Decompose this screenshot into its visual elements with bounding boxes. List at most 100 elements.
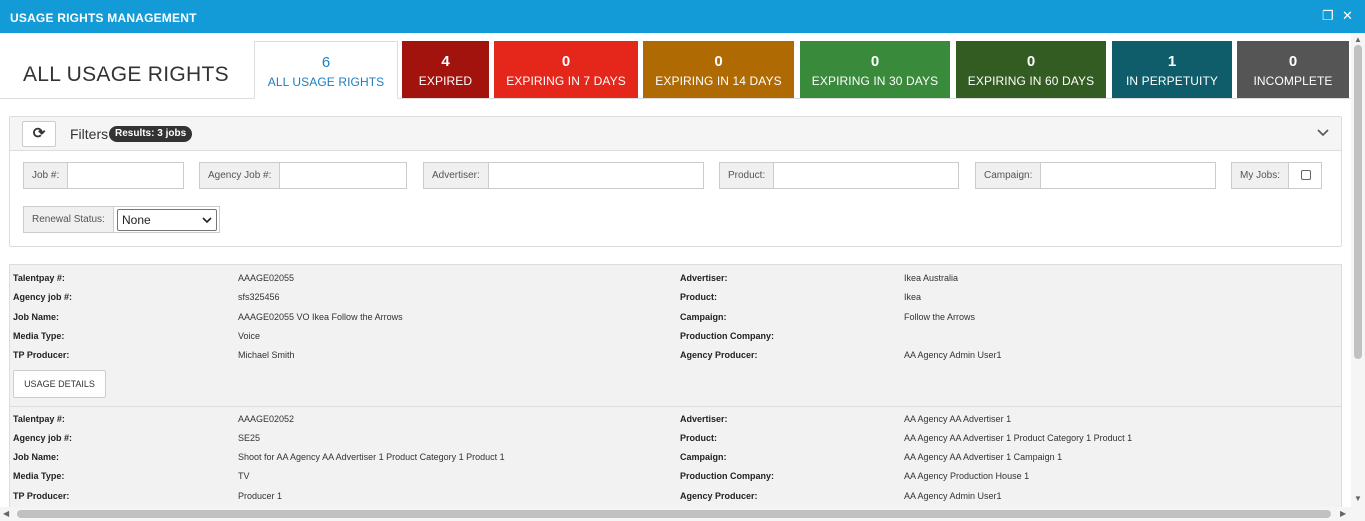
job-name-value: AAAGE02055 VO Ikea Follow the Arrows [238, 312, 403, 322]
media-type-label: Media Type: [13, 331, 65, 341]
tab-in-perpetuity[interactable]: 1 IN PERPETUITY [1112, 41, 1232, 98]
tab-all-usage-rights[interactable]: 6 ALL USAGE RIGHTS [254, 41, 398, 99]
tab-expiring-7-days[interactable]: 0 EXPIRING IN 7 DAYS [494, 41, 638, 98]
filters-panel: ⟳ Filters Results: 3 jobs Job #: Agency … [9, 116, 1342, 247]
scroll-up-icon[interactable]: ▲ [1354, 35, 1362, 44]
agency-job-number-label: Agency Job #: [200, 163, 281, 188]
header-row: ALL USAGE RIGHTS 6 ALL USAGE RIGHTS 4 EX… [0, 33, 1351, 99]
window-titlebar: USAGE RIGHTS MANAGEMENT ❐ ✕ [0, 0, 1365, 33]
agency-job-label: Agency job #: [13, 292, 73, 302]
advertiser-filter: Advertiser: [423, 162, 704, 189]
tab-count: 4 [441, 53, 450, 70]
chevron-down-icon [202, 217, 212, 224]
advertiser-input[interactable] [490, 163, 703, 188]
job-number-filter: Job #: [23, 162, 184, 189]
scroll-right-icon[interactable]: ▶ [1340, 509, 1346, 518]
campaign-value: Follow the Arrows [904, 312, 976, 322]
horizontal-scroll-thumb[interactable] [17, 510, 1331, 518]
product-label: Product: [680, 292, 717, 302]
tab-expiring-30-days[interactable]: 0 EXPIRING IN 30 DAYS [800, 41, 950, 98]
vertical-scrollbar[interactable]: ▲ ▼ [1351, 33, 1365, 507]
campaign-input[interactable] [1043, 163, 1215, 188]
agency-job-number-input[interactable] [281, 163, 406, 188]
tab-count: 1 [1167, 53, 1177, 70]
talentpay-value: AAAGE02052 [238, 414, 295, 424]
media-type-value: TV [238, 471, 250, 481]
agency-job-value: SE25 [238, 433, 261, 443]
page-title: ALL USAGE RIGHTS [23, 63, 229, 86]
tab-incomplete[interactable]: 0 INCOMPLETE [1237, 41, 1349, 98]
job-number-input[interactable] [70, 163, 183, 188]
tab-count: 0 [714, 53, 723, 70]
scroll-left-icon[interactable]: ◀ [3, 509, 9, 518]
agency-job-label: Agency job #: [13, 433, 73, 443]
agency-producer-label: Agency Producer: [680, 491, 758, 501]
tab-count: 0 [1288, 53, 1298, 70]
media-type-value: Voice [238, 331, 261, 341]
production-company-label: Production Company: [680, 471, 774, 481]
advertiser-label: Advertiser: [680, 414, 728, 424]
renewal-status-value: None [122, 213, 151, 227]
agency-producer-value: AA Agency Admin User1 [904, 350, 1002, 360]
my-jobs-filter: My Jobs: [1231, 162, 1322, 189]
product-input[interactable] [776, 163, 958, 188]
results-badge: Results: 3 jobs [109, 126, 193, 142]
job-number-label: Job #: [24, 163, 69, 188]
restore-window-icon[interactable]: ❐ [1322, 9, 1334, 23]
product-value: Ikea [904, 292, 922, 302]
tab-label: IN PERPETUITY [1126, 74, 1218, 88]
renewal-status-filter: Renewal Status: None [23, 206, 220, 233]
campaign-value: AA Agency AA Advertiser 1 Campaign 1 [904, 452, 1063, 462]
job-card: Talentpay #: AAAGE02052 Agency job #: SE… [10, 407, 1341, 507]
tab-expiring-60-days[interactable]: 0 EXPIRING IN 60 DAYS [956, 41, 1106, 98]
campaign-label: Campaign: [680, 452, 727, 462]
job-card: Talentpay #: AAAGE02055 Agency job #: sf… [10, 265, 1341, 407]
advertiser-value: Ikea Australia [904, 273, 959, 283]
tp-producer-label: TP Producer: [13, 350, 70, 360]
tab-label: EXPIRING IN 60 DAYS [967, 74, 1095, 88]
campaign-label: Campaign: [680, 312, 727, 322]
product-value: AA Agency AA Advertiser 1 Product Catego… [904, 433, 1133, 443]
tab-label: EXPIRING IN 14 DAYS [655, 74, 782, 88]
agency-producer-value: AA Agency Admin User1 [904, 491, 1002, 501]
filters-header[interactable]: ⟳ Filters Results: 3 jobs [10, 117, 1341, 151]
advertiser-label: Advertiser: [424, 163, 489, 188]
job-name-label: Job Name: [13, 452, 60, 462]
product-label: Product: [720, 163, 775, 188]
usage-details-button[interactable]: USAGE DETAILS [13, 370, 106, 398]
production-company-value: AA Agency Production House 1 [904, 471, 1030, 481]
renewal-status-select[interactable]: None [117, 209, 217, 231]
horizontal-scrollbar[interactable]: ◀ ▶ [0, 507, 1365, 521]
agency-producer-label: Agency Producer: [680, 350, 758, 360]
window-title: USAGE RIGHTS MANAGEMENT [10, 11, 197, 25]
main-content: ALL USAGE RIGHTS 6 ALL USAGE RIGHTS 4 EX… [0, 33, 1351, 507]
tab-expired[interactable]: 4 EXPIRED [402, 41, 489, 98]
my-jobs-checkbox[interactable] [1301, 170, 1311, 180]
talentpay-value: AAAGE02055 [238, 273, 295, 283]
tab-label: EXPIRING IN 7 DAYS [506, 74, 626, 88]
filters-label: Filters [70, 126, 109, 142]
tp-producer-value: Producer 1 [238, 491, 283, 501]
job-name-value: Shoot for AA Agency AA Advertiser 1 Prod… [238, 452, 505, 462]
vertical-scroll-thumb[interactable] [1354, 45, 1362, 359]
campaign-label: Campaign: [976, 163, 1042, 188]
my-jobs-label: My Jobs: [1232, 163, 1290, 188]
campaign-filter: Campaign: [975, 162, 1216, 189]
production-company-label: Production Company: [680, 331, 774, 341]
product-label: Product: [680, 433, 717, 443]
tab-count: 6 [321, 54, 331, 71]
refresh-button[interactable]: ⟳ [22, 121, 56, 147]
scroll-down-icon[interactable]: ▼ [1354, 494, 1362, 503]
talentpay-label: Talentpay #: [13, 273, 65, 283]
talentpay-label: Talentpay #: [13, 414, 65, 424]
tab-expiring-14-days[interactable]: 0 EXPIRING IN 14 DAYS [643, 41, 794, 98]
chevron-down-icon[interactable] [1315, 125, 1331, 141]
close-icon[interactable]: ✕ [1342, 9, 1353, 23]
advertiser-label: Advertiser: [680, 273, 728, 283]
refresh-icon: ⟳ [32, 125, 46, 142]
tp-producer-value: Michael Smith [238, 350, 295, 360]
job-name-label: Job Name: [13, 312, 60, 322]
agency-job-number-filter: Agency Job #: [199, 162, 407, 189]
product-filter: Product: [719, 162, 959, 189]
renewal-status-label: Renewal Status: [24, 207, 114, 232]
